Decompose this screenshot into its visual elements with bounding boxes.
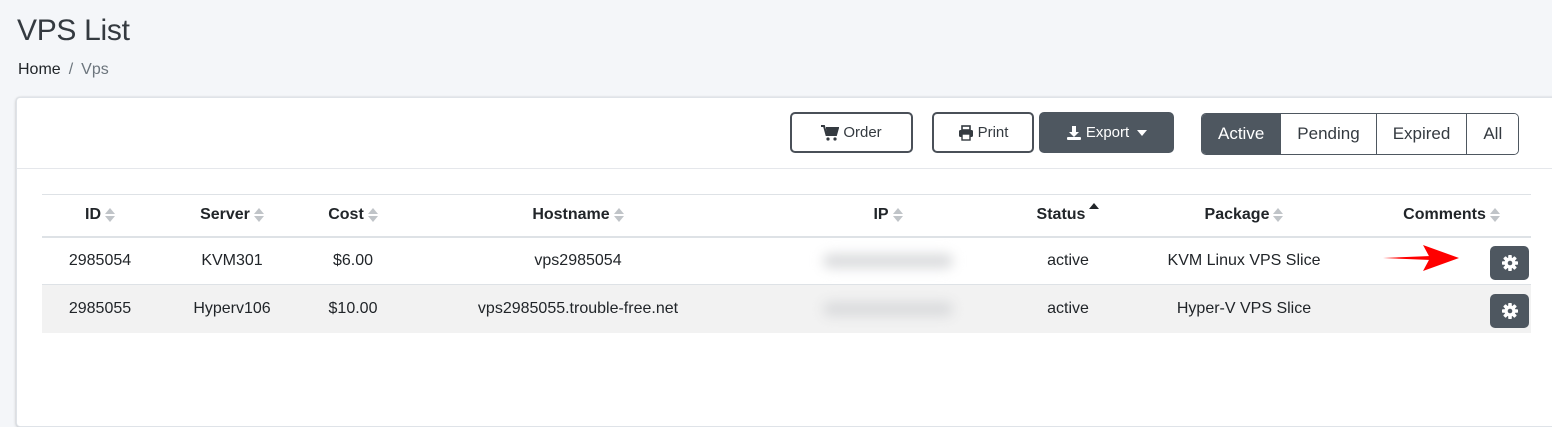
sort-icon (613, 208, 624, 223)
sort-icon (1489, 208, 1500, 223)
table-row: 2985054 KVM301 $6.00 vps2985054 active K… (42, 236, 1531, 285)
row-settings-button[interactable] (1490, 245, 1529, 280)
sort-icon (892, 208, 903, 223)
cell-hostname: vps2985054 (400, 236, 756, 285)
filter-all-button[interactable]: All (1466, 114, 1519, 154)
cell-ip (756, 236, 1020, 285)
caret-down-icon (1137, 129, 1148, 136)
table-row: 2985055 Hyperv106 $10.00 vps2985055.trou… (42, 284, 1531, 333)
download-icon (1066, 125, 1081, 140)
cell-ip (756, 284, 1020, 333)
filter-pending-button[interactable]: Pending (1280, 114, 1376, 154)
sort-ascending-icon (1089, 203, 1100, 210)
row-settings-button[interactable] (1490, 293, 1529, 328)
print-button[interactable]: Print (932, 112, 1034, 153)
cell-cost: $6.00 (306, 236, 400, 285)
column-header-comments[interactable]: Comments (1372, 195, 1531, 237)
breadcrumb-current: Vps (81, 61, 109, 78)
breadcrumb-separator: / (68, 61, 74, 78)
cell-package: KVM Linux VPS Slice (1116, 236, 1372, 285)
cell-id: 2985055 (42, 284, 158, 333)
column-header-ip[interactable]: IP (756, 195, 1020, 237)
column-header-status[interactable]: Status (1020, 195, 1116, 237)
breadcrumb: Home / Vps (18, 61, 109, 79)
card-toolbar: Order Print Export Active Pending Expire… (17, 98, 1552, 169)
export-button-label: Export (1085, 124, 1130, 141)
cell-package: Hyper-V VPS Slice (1116, 284, 1372, 333)
cell-id: 2985054 (42, 236, 158, 285)
sort-icon (105, 208, 115, 223)
column-header-hostname[interactable]: Hostname (400, 195, 756, 237)
cell-server: KVM301 (158, 236, 306, 285)
order-button-label: Order (843, 124, 882, 141)
table-header-row: ID Server Cost Hostname IP Status Packag… (42, 194, 1531, 237)
column-header-server[interactable]: Server (158, 195, 306, 237)
ip-redacted (823, 301, 953, 316)
filter-expired-button[interactable]: Expired (1375, 114, 1467, 154)
sort-icon (1273, 208, 1284, 223)
cell-hostname: vps2985055.trouble-free.net (400, 284, 756, 333)
gear-icon (1501, 302, 1518, 319)
gear-icon (1501, 254, 1518, 271)
vps-list-card: Order Print Export Active Pending Expire… (16, 97, 1552, 427)
export-dropdown-button[interactable]: Export (1039, 112, 1174, 153)
page-title: VPS List (17, 14, 130, 47)
cell-actions (1372, 284, 1531, 333)
cell-status: active (1020, 284, 1116, 333)
cell-cost: $10.00 (306, 284, 400, 333)
ip-redacted (823, 253, 953, 268)
filter-active-button[interactable]: Active (1202, 114, 1281, 154)
sort-icon (367, 208, 378, 223)
status-filter-group: Active Pending Expired All (1201, 113, 1520, 155)
column-header-cost[interactable]: Cost (306, 195, 400, 237)
cart-icon (821, 124, 840, 141)
cell-server: Hyperv106 (158, 284, 306, 333)
breadcrumb-home-link[interactable]: Home (18, 61, 61, 79)
sort-icon (253, 208, 264, 223)
order-button[interactable]: Order (790, 112, 913, 153)
red-arrow-icon (1383, 245, 1459, 271)
print-button-label: Print (977, 124, 1009, 141)
column-header-id[interactable]: ID (42, 195, 158, 237)
cell-status: active (1020, 236, 1116, 285)
printer-icon (958, 124, 973, 141)
column-header-package[interactable]: Package (1116, 195, 1372, 237)
vps-table: ID Server Cost Hostname IP Status Packag… (42, 194, 1531, 333)
